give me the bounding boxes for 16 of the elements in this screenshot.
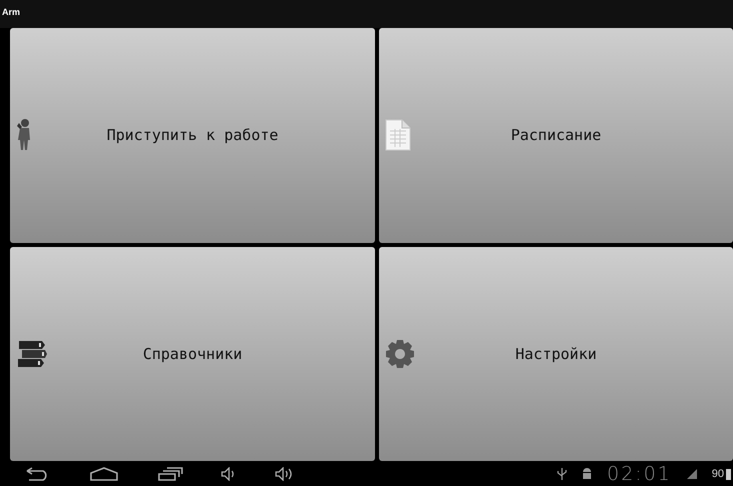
- books-icon: [16, 338, 48, 369]
- menu-tile[interactable]: Приступить к работе: [10, 28, 375, 242]
- battery-icon: [726, 468, 731, 480]
- document-icon: [385, 119, 411, 152]
- signal-icon: [686, 468, 698, 480]
- menu-tile[interactable]: Расписание: [379, 28, 733, 242]
- menu-tile[interactable]: Настройки: [379, 246, 733, 461]
- app-title: Arm: [2, 7, 20, 17]
- person-icon: [16, 118, 32, 152]
- battery-level: 90: [712, 468, 724, 480]
- usb-icon: [556, 466, 567, 480]
- recent-apps-icon[interactable]: [157, 466, 183, 480]
- clock: 02:01: [606, 462, 672, 484]
- gear-icon: [385, 338, 415, 369]
- home-icon[interactable]: [89, 466, 119, 480]
- menu-tile[interactable]: Справочники: [10, 246, 375, 461]
